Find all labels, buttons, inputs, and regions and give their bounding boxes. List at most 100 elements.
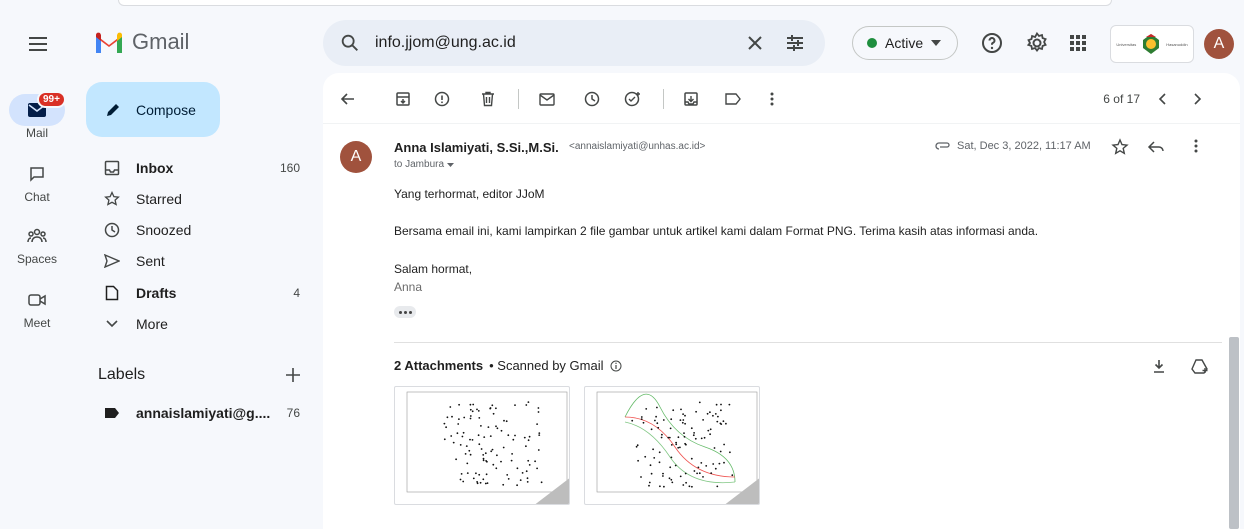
preview-dot (538, 432, 541, 434)
scrollbar-thumb[interactable] (1229, 337, 1239, 529)
rail-chat[interactable]: Chat (0, 158, 74, 204)
sender-name[interactable]: Anna Islamiyati, S.Si.,M.Si. (394, 140, 559, 155)
nav-sent[interactable]: Sent (100, 245, 310, 277)
preview-dot (691, 485, 693, 488)
label-outline-icon (725, 93, 741, 105)
rail-mail[interactable]: 99+ Mail (0, 91, 74, 140)
status-dot (867, 38, 877, 48)
delete-button[interactable] (476, 87, 500, 111)
chevron-down-icon (106, 320, 118, 328)
newer-button[interactable] (1150, 87, 1174, 111)
preview-dot (705, 465, 708, 467)
preview-dot (662, 419, 665, 421)
preview-dot (716, 420, 719, 423)
preview-dot (476, 481, 478, 483)
attachments-header: 2 Attachments • Scanned by Gmail (394, 358, 622, 373)
preview-dot (457, 423, 460, 425)
attachment-thumbnail[interactable] (584, 386, 760, 505)
apps-grid-icon[interactable] (1066, 31, 1090, 55)
preview-dot (480, 448, 483, 450)
preview-dot (472, 403, 475, 406)
preview-dot (507, 434, 510, 437)
gear-icon[interactable] (1025, 31, 1049, 55)
main-menu-button[interactable] (26, 32, 50, 56)
more-vert-icon[interactable] (1194, 139, 1198, 153)
preview-dot (696, 472, 698, 475)
rail-meet[interactable]: Meet (0, 284, 74, 330)
info-icon[interactable] (610, 360, 622, 372)
plus-icon[interactable] (284, 366, 302, 384)
preview-dot (684, 414, 686, 417)
nav-inbox[interactable]: Inbox 160 (100, 152, 310, 184)
download-all-icon[interactable] (1151, 358, 1167, 374)
nav-more[interactable]: More (100, 308, 310, 340)
reply-icon[interactable] (1147, 139, 1165, 155)
account-avatar[interactable]: A (1204, 29, 1234, 59)
preview-dot (670, 444, 673, 446)
recipient-details[interactable]: to Jambura (394, 159, 455, 170)
preview-dot (472, 477, 475, 480)
preview-dot (534, 460, 536, 463)
nav-snoozed[interactable]: Snoozed (100, 214, 310, 246)
preview-dot (660, 436, 663, 439)
preview-dot (718, 462, 721, 465)
preview-dot (462, 480, 465, 483)
move-to-button[interactable] (679, 87, 703, 111)
gmail-logo[interactable]: Gmail (94, 29, 189, 55)
star-icon[interactable] (1111, 138, 1129, 156)
report-spam-button[interactable] (430, 87, 454, 111)
attachment-thumbnail[interactable] (394, 386, 570, 505)
preview-dot (459, 478, 462, 481)
show-trimmed-content-button[interactable] (394, 306, 416, 318)
older-button[interactable] (1186, 87, 1210, 111)
preview-dot (490, 450, 493, 453)
back-button[interactable] (336, 87, 360, 111)
label-button[interactable] (721, 87, 745, 111)
organization-logo[interactable]: Universitas Hasanuddin (1110, 25, 1194, 63)
rail-chat-icon-wrap (9, 158, 65, 190)
nav-count: 160 (279, 161, 300, 175)
org-logo-text-right: Hasanuddin (1166, 41, 1188, 47)
preview-dot (468, 449, 471, 452)
gmail-m-icon (96, 32, 122, 53)
help-icon[interactable] (980, 31, 1004, 55)
preview-dot (443, 422, 446, 425)
preview-dot (492, 412, 495, 415)
close-icon[interactable] (743, 31, 767, 55)
preview-dot (698, 472, 701, 475)
preview-dot (683, 432, 685, 434)
more-actions-button[interactable] (760, 87, 784, 111)
add-to-drive-icon[interactable] (1191, 358, 1209, 374)
search-input[interactable] (375, 32, 715, 54)
preview-dot (690, 427, 693, 430)
nav-label: Inbox (136, 160, 174, 176)
preview-dot (482, 478, 485, 481)
search-icon[interactable] (339, 32, 361, 54)
search-bar[interactable] (323, 20, 825, 66)
snooze-button[interactable] (580, 87, 604, 111)
add-to-tasks-button[interactable] (621, 87, 645, 111)
preview-dot (716, 485, 719, 488)
preview-dot (525, 404, 528, 406)
preview-dot (693, 432, 695, 434)
sender-avatar[interactable]: A (340, 141, 372, 173)
compose-button[interactable]: Compose (86, 82, 220, 137)
preview-dot (679, 419, 682, 421)
search-options-icon[interactable] (783, 31, 807, 55)
preview-dot (450, 435, 453, 437)
nav-drafts[interactable]: Drafts 4 (100, 277, 310, 309)
nav-starred[interactable]: Starred (100, 183, 310, 215)
mark-unread-button[interactable] (535, 87, 559, 111)
preview-dot (462, 431, 465, 434)
rail-spaces[interactable]: Spaces (0, 220, 74, 266)
preview-dot (657, 426, 660, 429)
scatter-plot-with-curves-preview (596, 391, 759, 504)
preview-dot (631, 419, 634, 422)
preview-dot (655, 415, 657, 418)
archive-button[interactable] (391, 87, 415, 111)
preview-dot (670, 478, 673, 481)
status-label: Active (885, 35, 924, 51)
preview-dot (723, 461, 725, 464)
label-item[interactable]: annaislamiyati@g.... 76 (100, 397, 310, 429)
status-dropdown[interactable]: Active (852, 26, 958, 60)
